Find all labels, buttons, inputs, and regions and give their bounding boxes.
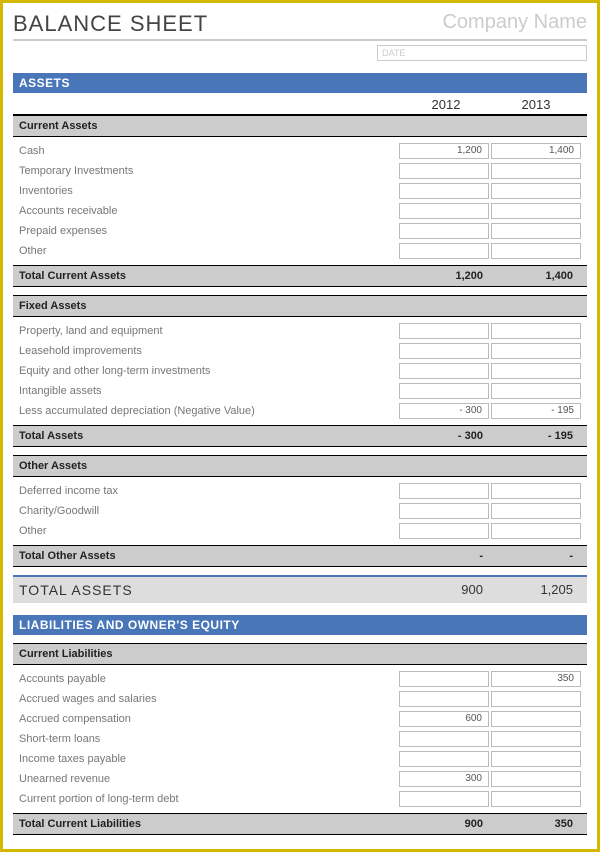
cell-dep-y1[interactable]: - 300 bbox=[399, 403, 489, 419]
cell-eqlt-y2[interactable] bbox=[491, 363, 581, 379]
page-title: BALANCE SHEET bbox=[13, 11, 208, 37]
total-current-liab: Total Current Liabilities900350 bbox=[13, 813, 587, 835]
cell-tax-y1[interactable] bbox=[399, 751, 489, 767]
cell-intan-y1[interactable] bbox=[399, 383, 489, 399]
cell-tax-y2[interactable] bbox=[491, 751, 581, 767]
cell-othoa-y2[interactable] bbox=[491, 523, 581, 539]
date-input[interactable]: DATE bbox=[377, 45, 587, 61]
cell-loans-y1[interactable] bbox=[399, 731, 489, 747]
subheader-current-liab: Current Liabilities bbox=[13, 643, 587, 665]
year-2: 2013 bbox=[491, 97, 581, 112]
row-ap: Accounts payable350 bbox=[13, 669, 587, 689]
cell-ltd-y1[interactable] bbox=[399, 791, 489, 807]
cell-ap-y1[interactable] bbox=[399, 671, 489, 687]
row-unearned: Unearned revenue300 bbox=[13, 769, 587, 789]
cell-dep-y2[interactable]: - 195 bbox=[491, 403, 581, 419]
cell-cash-y1[interactable]: 1,200 bbox=[399, 143, 489, 159]
cell-prop-y2[interactable] bbox=[491, 323, 581, 339]
row-leasehold: Leasehold improvements bbox=[13, 341, 587, 361]
total-assets-grand: TOTAL ASSETS9001,205 bbox=[13, 575, 587, 603]
row-other-oa: Other bbox=[13, 521, 587, 541]
row-other-ca: Other bbox=[13, 241, 587, 261]
row-wages: Accrued wages and salaries bbox=[13, 689, 587, 709]
cell-char-y2[interactable] bbox=[491, 503, 581, 519]
row-ltdebt: Current portion of long-term debt bbox=[13, 789, 587, 809]
row-equity-lt: Equity and other long-term investments bbox=[13, 361, 587, 381]
cell-cash-y2[interactable]: 1,400 bbox=[491, 143, 581, 159]
cell-otherca-y1[interactable] bbox=[399, 243, 489, 259]
row-ar: Accounts receivable bbox=[13, 201, 587, 221]
cell-ap-y2[interactable]: 350 bbox=[491, 671, 581, 687]
cell-eqlt-y1[interactable] bbox=[399, 363, 489, 379]
row-less-dep: Less accumulated depreciation (Negative … bbox=[13, 401, 587, 421]
year-1: 2012 bbox=[401, 97, 491, 112]
row-comp: Accrued compensation600 bbox=[13, 709, 587, 729]
cell-intan-y2[interactable] bbox=[491, 383, 581, 399]
row-cash: Cash1,2001,400 bbox=[13, 141, 587, 161]
cell-ltd-y2[interactable] bbox=[491, 791, 581, 807]
cell-prop-y1[interactable] bbox=[399, 323, 489, 339]
cell-def-y2[interactable] bbox=[491, 483, 581, 499]
cell-unearn-y1[interactable]: 300 bbox=[399, 771, 489, 787]
cell-def-y1[interactable] bbox=[399, 483, 489, 499]
section-assets: ASSETS bbox=[13, 73, 587, 93]
cell-wages-y1[interactable] bbox=[399, 691, 489, 707]
cell-ar-y1[interactable] bbox=[399, 203, 489, 219]
row-intangible: Intangible assets bbox=[13, 381, 587, 401]
cell-othoa-y1[interactable] bbox=[399, 523, 489, 539]
row-inventories: Inventories bbox=[13, 181, 587, 201]
subheader-current-assets: Current Assets bbox=[13, 115, 587, 137]
subheader-other-assets: Other Assets bbox=[13, 455, 587, 477]
cell-unearn-y2[interactable] bbox=[491, 771, 581, 787]
year-header-row: 2012 2013 bbox=[13, 93, 587, 115]
row-taxes: Income taxes payable bbox=[13, 749, 587, 769]
cell-inv-y1[interactable] bbox=[399, 183, 489, 199]
cell-char-y1[interactable] bbox=[399, 503, 489, 519]
row-property: Property, land and equipment bbox=[13, 321, 587, 341]
row-loans: Short-term loans bbox=[13, 729, 587, 749]
cell-comp-y1[interactable]: 600 bbox=[399, 711, 489, 727]
cell-loans-y2[interactable] bbox=[491, 731, 581, 747]
total-current-assets: Total Current Assets1,2001,400 bbox=[13, 265, 587, 287]
cell-tempinv-y2[interactable] bbox=[491, 163, 581, 179]
cell-ar-y2[interactable] bbox=[491, 203, 581, 219]
cell-lease-y1[interactable] bbox=[399, 343, 489, 359]
cell-prepaid-y2[interactable] bbox=[491, 223, 581, 239]
cell-lease-y2[interactable] bbox=[491, 343, 581, 359]
cell-prepaid-y1[interactable] bbox=[399, 223, 489, 239]
cell-comp-y2[interactable] bbox=[491, 711, 581, 727]
cell-wages-y2[interactable] bbox=[491, 691, 581, 707]
row-deferred: Deferred income tax bbox=[13, 481, 587, 501]
subheader-fixed-assets: Fixed Assets bbox=[13, 295, 587, 317]
cell-tempinv-y1[interactable] bbox=[399, 163, 489, 179]
company-name-placeholder: Company Name bbox=[442, 11, 587, 34]
total-fixed-assets: Total Assets- 300- 195 bbox=[13, 425, 587, 447]
cell-inv-y2[interactable] bbox=[491, 183, 581, 199]
row-charity: Charity/Goodwill bbox=[13, 501, 587, 521]
section-liabilities: LIABILITIES AND OWNER'S EQUITY bbox=[13, 615, 587, 635]
cell-otherca-y2[interactable] bbox=[491, 243, 581, 259]
total-other-assets: Total Other Assets-- bbox=[13, 545, 587, 567]
row-temp-inv: Temporary Investments bbox=[13, 161, 587, 181]
row-prepaid: Prepaid expenses bbox=[13, 221, 587, 241]
